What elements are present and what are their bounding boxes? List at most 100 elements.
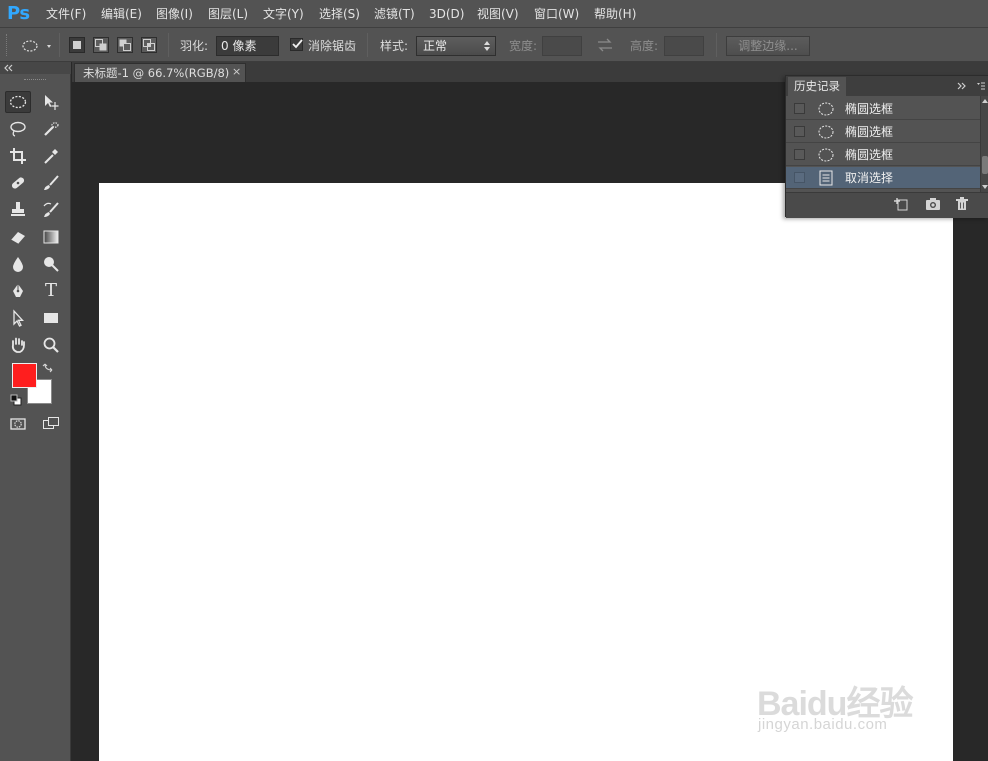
rectangle-icon <box>44 313 58 323</box>
menu-3d[interactable]: 3D(D) <box>429 6 464 22</box>
document-tab[interactable]: 未标题-1 @ 66.7%(RGB/8) <box>74 63 246 82</box>
menu-type[interactable]: 文字(Y) <box>263 6 304 22</box>
separator <box>168 33 169 57</box>
options-grip[interactable] <box>6 34 9 56</box>
zoom-tool[interactable] <box>38 334 64 356</box>
menu-select[interactable]: 选择(S) <box>319 6 360 22</box>
history-snapshot-checkbox[interactable] <box>794 172 805 183</box>
quick-mask-button[interactable] <box>5 413 31 435</box>
add-selection-icon <box>95 39 107 51</box>
menu-layer[interactable]: 图层(L) <box>208 6 248 22</box>
stamp-icon <box>11 202 25 216</box>
history-brush-icon <box>43 202 59 217</box>
expand-double-arrow-icon[interactable] <box>956 81 968 91</box>
drop-icon <box>13 257 23 272</box>
history-snapshot-checkbox[interactable] <box>794 149 805 160</box>
intersect-selection-button[interactable] <box>141 37 157 53</box>
eraser-icon <box>10 232 25 245</box>
ellipse-marquee-icon <box>9 95 27 109</box>
menu-view[interactable]: 视图(V) <box>477 6 519 22</box>
scroll-up-icon[interactable] <box>981 98 988 104</box>
subtract-selection-icon <box>119 39 131 51</box>
history-panel: 历史记录 椭圆选框 椭圆选框 椭圆选框 取消选择 <box>785 75 988 218</box>
move-tool[interactable] <box>38 91 64 113</box>
history-brush-tool[interactable] <box>38 199 64 221</box>
history-item[interactable]: 椭圆选框 <box>786 144 980 166</box>
style-select[interactable]: 正常 <box>416 36 496 56</box>
trash-icon[interactable] <box>955 197 969 211</box>
menu-edit[interactable]: 编辑(E) <box>101 6 142 22</box>
watermark-url: jingyan.baidu.com <box>758 716 888 733</box>
type-icon: T <box>44 280 57 301</box>
scroll-down-icon[interactable] <box>981 184 988 190</box>
options-bar: 羽化: 0 像素 消除锯齿 样式: 正常 宽度: 高度: 调整边缘... <box>0 28 988 62</box>
menu-help[interactable]: 帮助(H) <box>594 6 636 22</box>
spot-healing-brush-tool[interactable] <box>5 172 31 194</box>
subtract-selection-button[interactable] <box>117 37 133 53</box>
default-colors-icon <box>10 394 22 406</box>
refine-edge-button[interactable]: 调整边缘... <box>726 36 810 56</box>
gradient-tool[interactable] <box>38 226 64 248</box>
type-tool[interactable]: T <box>38 280 64 302</box>
history-item[interactable]: 椭圆选框 <box>786 98 980 120</box>
lasso-icon <box>10 121 26 137</box>
lasso-tool[interactable] <box>5 118 31 140</box>
menu-window[interactable]: 窗口(W) <box>534 6 579 22</box>
document-tab-title: 未标题-1 @ 66.7%(RGB/8) <box>83 66 230 80</box>
dodge-icon <box>44 257 59 272</box>
camera-icon[interactable] <box>925 197 941 211</box>
height-input[interactable] <box>664 36 704 56</box>
hand-tool[interactable] <box>5 334 31 356</box>
new-selection-button[interactable] <box>69 37 85 53</box>
document-canvas[interactable] <box>99 183 953 761</box>
brush-tool[interactable] <box>38 172 64 194</box>
crop-tool[interactable] <box>5 145 31 167</box>
clone-stamp-tool[interactable] <box>5 199 31 221</box>
history-snapshot-checkbox[interactable] <box>794 103 805 114</box>
updown-arrows-icon <box>484 41 490 51</box>
eyedropper-icon <box>44 149 58 164</box>
menu-filter[interactable]: 滤镜(T) <box>374 6 415 22</box>
antialias-checkbox[interactable] <box>290 38 303 51</box>
hand-icon <box>11 337 25 353</box>
collapse-double-arrow-icon[interactable] <box>2 63 16 73</box>
add-selection-button[interactable] <box>93 37 109 53</box>
menu-bar: Ps 文件(F) 编辑(E) 图像(I) 图层(L) 文字(Y) 选择(S) 滤… <box>0 0 988 28</box>
swap-colors-button[interactable] <box>42 360 56 374</box>
ellipse-icon <box>818 125 834 139</box>
history-scroll-thumb[interactable] <box>982 156 988 174</box>
rectangle-tool[interactable] <box>38 307 64 329</box>
swap-dimensions-button[interactable] <box>596 38 614 52</box>
panel-menu-icon[interactable] <box>976 81 986 91</box>
new-selection-icon <box>73 41 81 49</box>
default-colors-button[interactable] <box>10 394 22 406</box>
style-label: 样式: <box>380 39 409 53</box>
eraser-tool[interactable] <box>5 226 31 248</box>
history-item[interactable]: 椭圆选框 <box>786 121 980 143</box>
toolbox: T <box>0 62 71 761</box>
width-label: 宽度: <box>509 39 538 53</box>
new-document-from-state-icon[interactable] <box>893 197 909 211</box>
toolbox-grip[interactable] <box>24 79 46 82</box>
elliptical-marquee-tool[interactable] <box>5 91 31 113</box>
foreground-color-swatch[interactable] <box>12 363 37 388</box>
history-panel-tab[interactable]: 历史记录 <box>788 77 846 96</box>
menu-file[interactable]: 文件(F) <box>46 6 86 22</box>
magnifier-icon <box>43 337 59 353</box>
dodge-tool[interactable] <box>38 253 64 275</box>
path-selection-tool[interactable] <box>5 307 31 329</box>
tool-preset-picker[interactable] <box>20 37 54 55</box>
menu-image[interactable]: 图像(I) <box>156 6 193 22</box>
history-panel-footer <box>786 192 988 218</box>
history-item-selected[interactable]: 取消选择 <box>786 167 980 189</box>
feather-input[interactable]: 0 像素 <box>216 36 279 56</box>
eyedropper-tool[interactable] <box>38 145 64 167</box>
screen-mode-button[interactable] <box>38 413 64 435</box>
history-scrollbar[interactable] <box>980 96 988 192</box>
pen-tool[interactable] <box>5 280 31 302</box>
blur-tool[interactable] <box>5 253 31 275</box>
close-icon[interactable]: × <box>232 65 241 78</box>
quick-selection-tool[interactable] <box>38 118 64 140</box>
width-input[interactable] <box>542 36 582 56</box>
history-snapshot-checkbox[interactable] <box>794 126 805 137</box>
